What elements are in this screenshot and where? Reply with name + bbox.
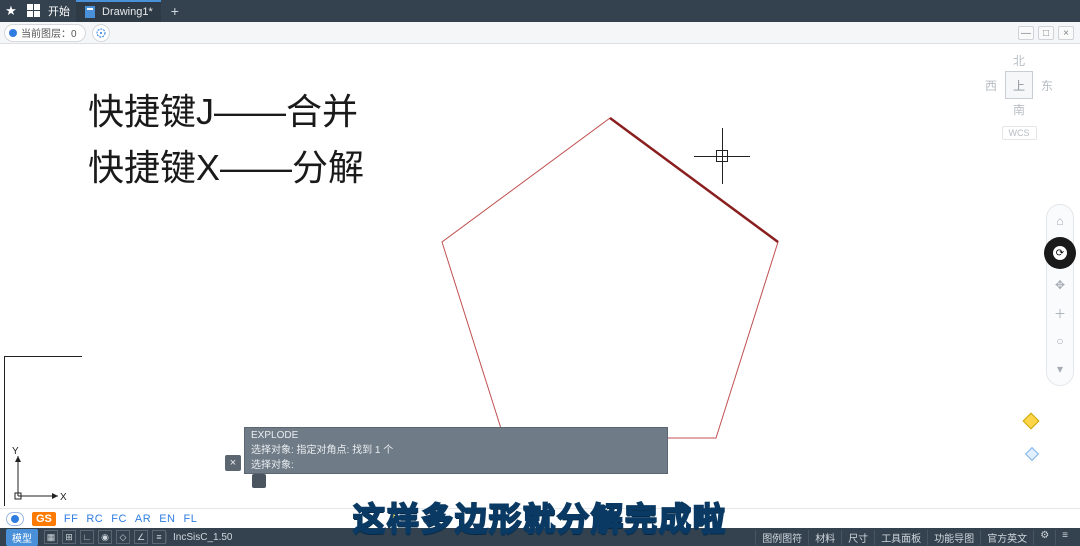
status-item-1[interactable]: 材料 [808,530,841,545]
mode-fl[interactable]: FL [183,513,197,525]
target-icon [95,27,107,39]
status-toggle-osnap[interactable]: ◇ [116,530,130,544]
nav-zoom-button[interactable]: ＋ [1050,303,1070,323]
nav-home-button[interactable]: ⌂ [1050,211,1070,231]
viewcube-top[interactable]: 上 [1005,71,1033,99]
status-right-group: 图例图符 材料 尺寸 工具面板 功能导图 官方英文 ⚙ ≡ [755,530,1074,545]
svg-text:Y: Y [12,446,19,457]
status-toggle-ortho[interactable]: ∟ [80,530,94,544]
annotation-line1: 快捷键J——合并 [88,84,364,140]
nav-wheel-button[interactable]: ⟳ [1044,237,1076,269]
maximize-button[interactable]: □ [1038,26,1054,40]
tab-label: Drawing1* [102,6,153,18]
crosshair-pickbox [716,150,728,162]
status-toggle-polar[interactable]: ◉ [98,530,112,544]
layer-bar: 当前图层：0 [0,22,1080,44]
status-item-5[interactable]: 官方英文 [980,530,1033,545]
star-icon[interactable]: ★ [0,3,22,19]
minimize-button[interactable]: — [1018,26,1034,40]
mode-rc[interactable]: RC [86,513,103,525]
layer-color-dot [9,29,17,37]
command-line2: 选择对象: 指定对角点: 找到 1 个 [245,443,667,458]
viewcube-north[interactable]: 北 [1013,52,1025,69]
windows-icon[interactable] [24,2,44,20]
mode-en[interactable]: EN [159,513,175,525]
nav-orbit-button[interactable]: ○ [1050,331,1070,351]
viewcube-south[interactable]: 南 [1013,101,1025,118]
status-item-2[interactable]: 尺寸 [841,530,874,545]
drawing-canvas[interactable]: 北 西 上 东 南 WCS ⌂ ⟳ ✥ ＋ ○ ▾ 快捷键J——合并 快捷键X—… [0,44,1080,508]
current-layer-chip[interactable]: 当前图层：0 [4,24,86,42]
layer-label: 当前图层：0 [21,25,77,40]
status-item-4[interactable]: 功能导图 [927,530,980,545]
command-close-button[interactable]: × [225,455,241,471]
status-toggle-otrack[interactable]: ∠ [134,530,148,544]
mode-fc[interactable]: FC [111,513,127,525]
nav-pan-button[interactable]: ✥ [1050,275,1070,295]
status-menu-icon[interactable]: ≡ [1055,530,1074,545]
command-history-box: × EXPLODE 选择对象: 指定对角点: 找到 1 个 选择对象: [244,427,668,474]
status-item-0[interactable]: 图例图符 [755,530,808,545]
status-toggle-lweight[interactable]: ≡ [152,530,166,544]
mode-bar: GS FF RC FC AR EN FL [0,508,1080,528]
status-bar: 模型 ▦ ⊞ ∟ ◉ ◇ ∠ ≡ IncSisC_1.50 图例图符 材料 尺寸… [0,528,1080,546]
view-cube[interactable]: 北 西 上 东 南 WCS [976,50,1062,141]
mode-ar[interactable]: AR [135,513,151,525]
ucs-icon: X Y [10,444,70,504]
mode-ff[interactable]: FF [64,513,78,525]
new-tab-button[interactable]: + [171,3,179,19]
mode-gs[interactable]: GS [32,512,56,526]
record-indicator[interactable] [6,512,24,526]
layer-target-button[interactable] [92,24,110,42]
window-controls: — □ × [1018,26,1074,40]
close-button[interactable]: × [1058,26,1074,40]
nav-more-button[interactable]: ▾ [1050,359,1070,379]
status-file: IncSisC_1.50 [166,532,238,543]
command-expand-button[interactable] [252,474,266,488]
annotation-text: 快捷键J——合并 快捷键X——分解 [88,84,364,196]
command-line3: 选择对象: [245,458,667,473]
status-toggle-grid[interactable]: ▦ [44,530,58,544]
viewcube-west[interactable]: 西 [985,77,997,94]
start-label[interactable]: 开始 [48,3,70,19]
status-item-3[interactable]: 工具面板 [874,530,927,545]
status-toggle-group: ▦ ⊞ ∟ ◉ ◇ ∠ ≡ [44,530,166,544]
viewcube-east[interactable]: 东 [1041,77,1053,94]
annotation-line2: 快捷键X——分解 [88,140,364,196]
nav-marker-icon [1023,413,1040,430]
sync-icon: ⟳ [1056,248,1064,259]
nav-marker2-icon [1025,447,1039,461]
svg-text:X: X [60,492,67,503]
command-line1: EXPLODE [245,428,667,443]
title-bar: ★ 开始 Drawing1* + [0,0,1080,22]
wcs-label[interactable]: WCS [1002,126,1037,140]
status-settings-icon[interactable]: ⚙ [1033,530,1055,545]
tab-drawing1[interactable]: Drawing1* [76,0,161,22]
document-icon [84,5,98,19]
navigation-bar: ⌂ ⟳ ✥ ＋ ○ ▾ [1046,204,1074,386]
model-tab[interactable]: 模型 [6,529,38,546]
status-toggle-snap[interactable]: ⊞ [62,530,76,544]
